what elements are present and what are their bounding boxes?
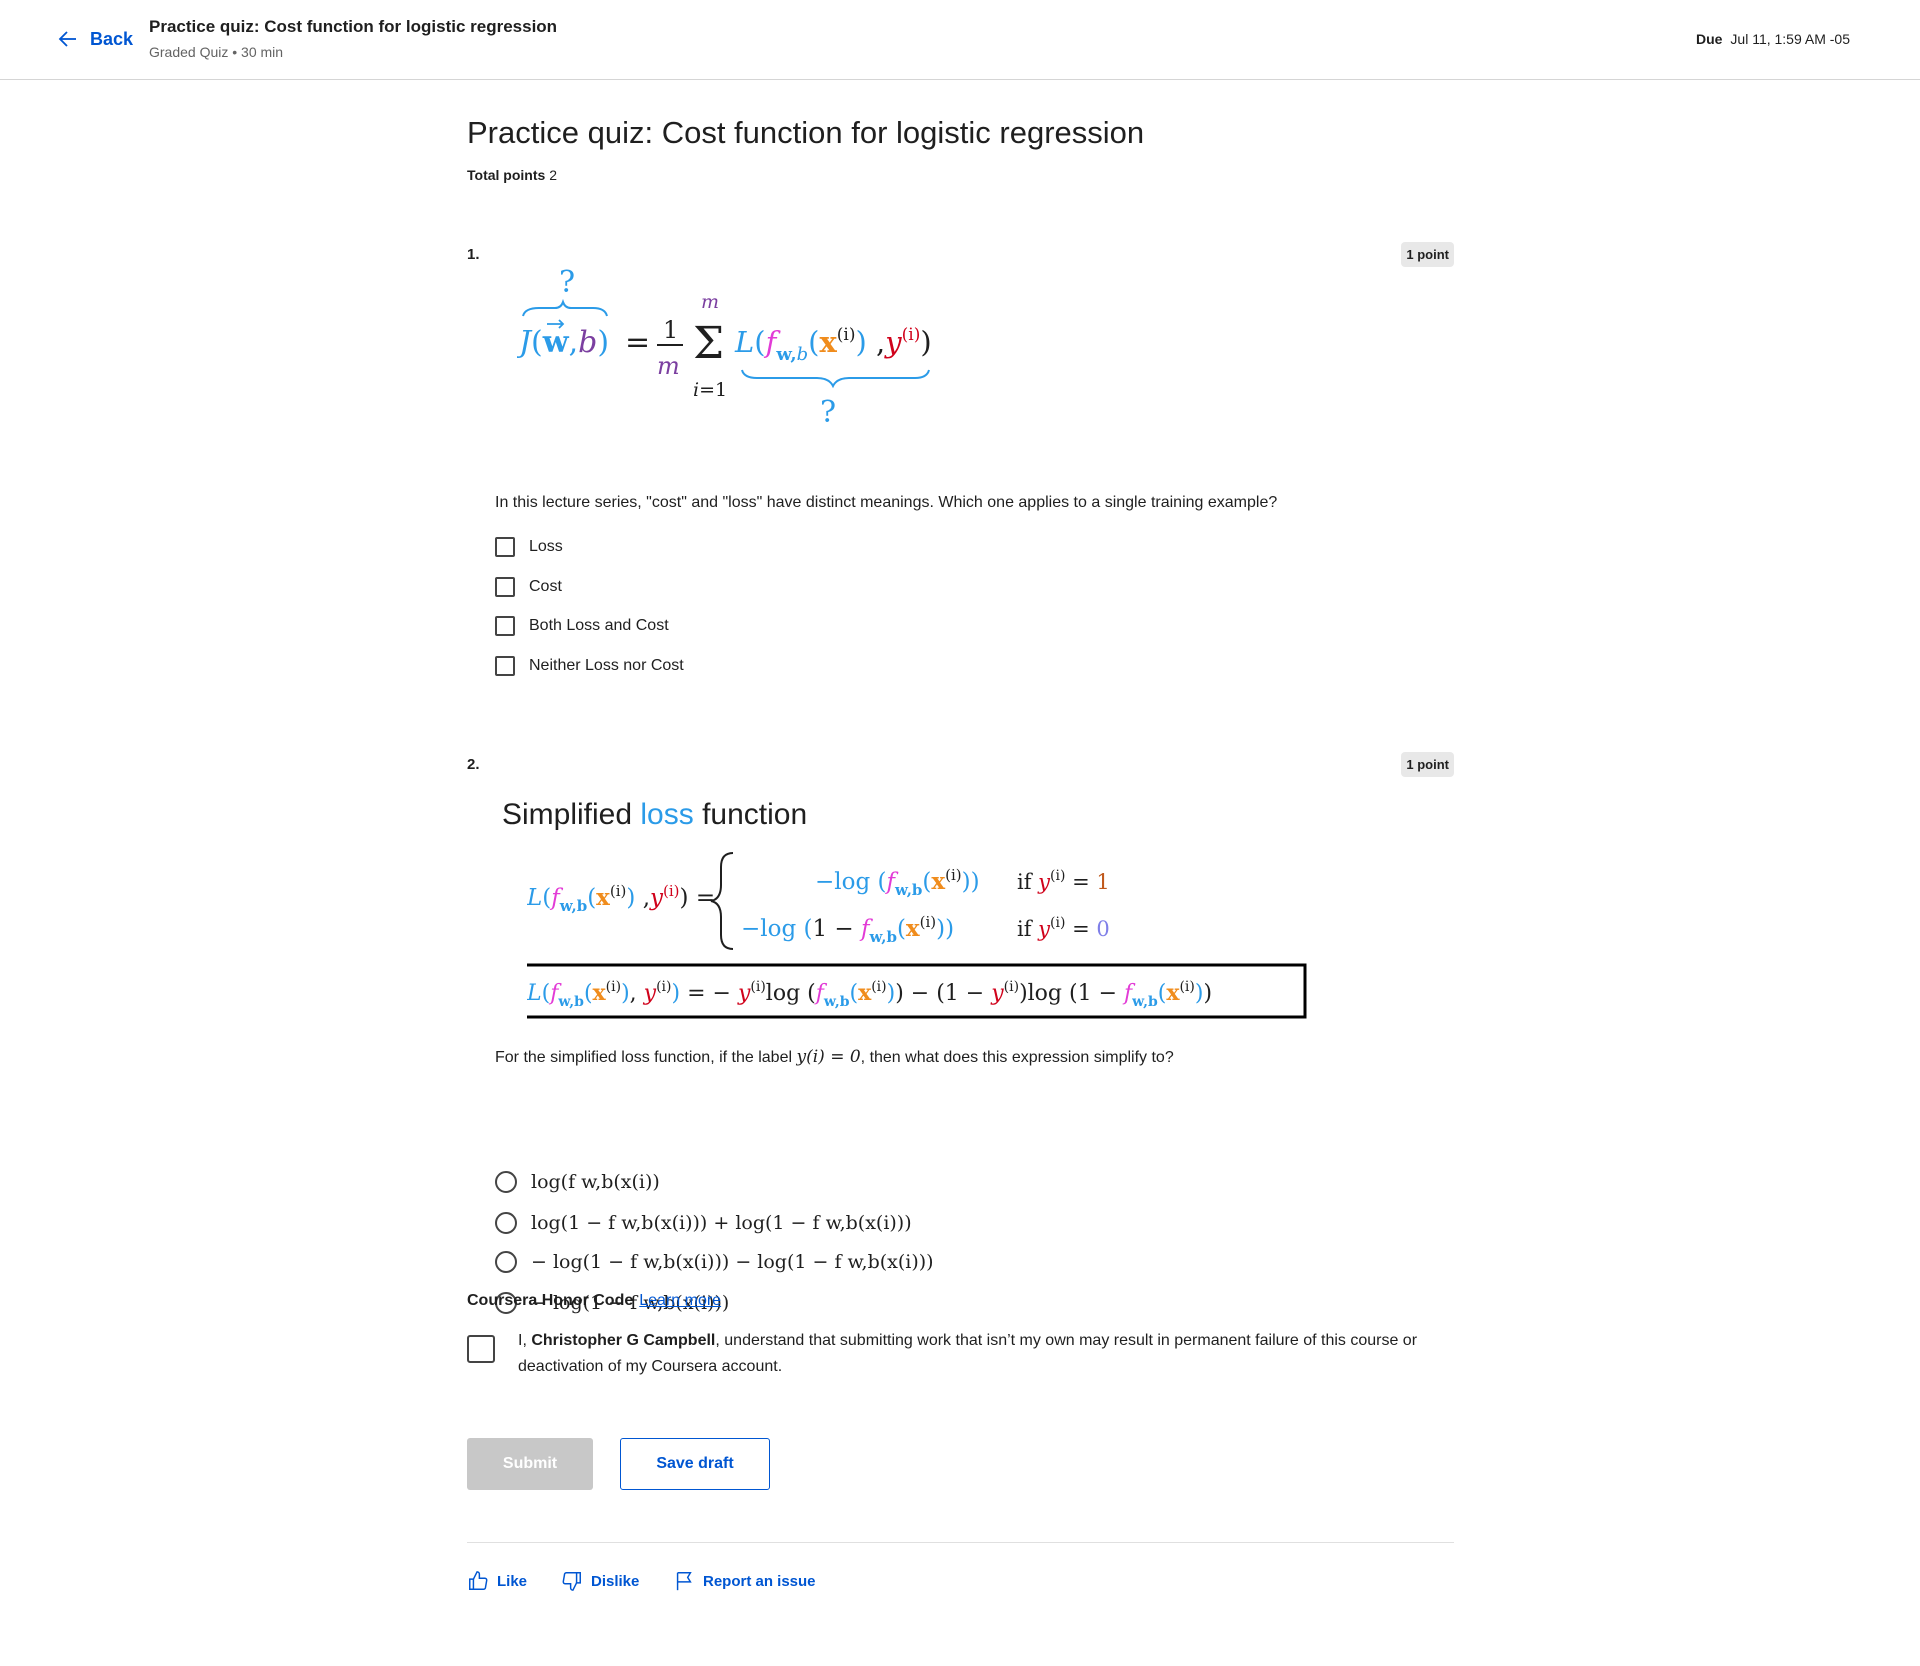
radio-button[interactable] <box>495 1212 517 1234</box>
option-label: Loss <box>529 538 563 555</box>
header-title: Practice quiz: Cost function for logisti… <box>149 17 558 36</box>
honor-code-title: Coursera Honor Code Learn more <box>467 1292 721 1310</box>
case-zero-condition: if y(i) = 0 <box>1017 915 1110 941</box>
sigma-symbol: Σ <box>693 318 724 369</box>
question-2-text-before: For the simplified loss function, if the… <box>495 1049 797 1066</box>
question-2-text: For the simplified loss function, if the… <box>495 1047 1174 1067</box>
back-label: Back <box>90 28 134 49</box>
question-2-option-3[interactable]: − log(1 − f w,b(x(i))) − log(1 − f w,b(x… <box>495 1251 934 1273</box>
option-label: Cost <box>529 578 562 595</box>
like-label: Like <box>497 1572 528 1590</box>
submit-button[interactable]: Submit <box>467 1438 593 1490</box>
thumbs-up-icon <box>469 1571 488 1590</box>
like-button[interactable]: Like <box>467 1570 527 1592</box>
question-2-option-2[interactable]: log(1 − f w,b(x(i))) + log(1 − f w,b(x(i… <box>495 1212 912 1234</box>
learner-name: Christopher G Campbell <box>531 1332 716 1349</box>
page-title: Practice quiz: Cost function for logisti… <box>467 115 1145 150</box>
due-value: Jul 11, 1:59 AM -05 <box>1730 31 1850 47</box>
slide-title-highlight: loss <box>640 798 694 831</box>
honor-code-checkbox[interactable] <box>467 1335 495 1363</box>
flag-icon <box>676 1572 692 1591</box>
total-points: Total points 2 <box>467 167 557 183</box>
thumbs-down-icon <box>562 1572 581 1591</box>
question-2-number: 2. <box>467 756 480 773</box>
checkbox[interactable] <box>495 537 515 557</box>
slide-title-suffix: function <box>693 798 808 831</box>
loss-summand: L(fw,b(x(i)) ,y(i)) <box>734 325 932 365</box>
save-draft-button[interactable]: Save draft <box>620 1438 770 1490</box>
checkbox[interactable] <box>495 616 515 636</box>
sum-lower-limit: i=1 <box>693 379 727 401</box>
honor-code-statement: I, Christopher G Campbell, understand th… <box>518 1328 1458 1380</box>
case-zero-expression: −log (1 − fw,b(x(i))) <box>741 913 954 946</box>
total-points-label: Total points <box>467 167 546 183</box>
sum-upper-limit: m <box>701 291 719 313</box>
report-issue-button[interactable]: Report an issue <box>673 1570 816 1592</box>
slide-title: Simplified loss function <box>502 798 807 832</box>
question-1-option-both[interactable]: Both Loss and Cost <box>495 616 669 636</box>
due-date: Due Jul 11, 1:59 AM -05 <box>1696 31 1850 47</box>
case-brace <box>710 852 734 950</box>
footer-divider <box>467 1542 1454 1543</box>
question-2-text-math: y(i) = 0 <box>796 1047 861 1067</box>
question-2-option-1[interactable]: log(f w,b(x(i)) <box>495 1171 660 1193</box>
dislike-label: Dislike <box>591 1572 640 1590</box>
simplified-loss-formula: L(fw,b(x(i)) ,y(i)) = −log (fw,b(x(i))) … <box>527 852 1307 1019</box>
question-1-text: In this lecture series, "cost" and "loss… <box>495 494 1278 511</box>
arrow-left-icon <box>58 31 76 47</box>
question-2-text-after: , then what does this expression simplif… <box>860 1049 1174 1066</box>
radio-button[interactable] <box>495 1171 517 1193</box>
top-bar: Back Practice quiz: Cost function for lo… <box>0 0 1920 80</box>
back-button[interactable]: Back <box>56 27 133 51</box>
option-label: − log(1 − f w,b(x(i))) − log(1 − f w,b(x… <box>531 1251 934 1273</box>
question-1-points-badge: 1 point <box>1401 242 1454 267</box>
question-1-number: 1. <box>467 246 480 263</box>
question-mark-top: ? <box>559 265 575 300</box>
learn-more-link[interactable]: Learn more <box>639 1292 721 1309</box>
slide-title-prefix: Simplified <box>502 798 641 831</box>
brace-top <box>522 298 608 317</box>
option-label: log(1 − f w,b(x(i))) + log(1 − f w,b(x(i… <box>531 1212 912 1234</box>
option-label: Neither Loss nor Cost <box>529 657 684 674</box>
header-subtitle: Graded Quiz • 30 min <box>149 44 284 60</box>
checkbox[interactable] <box>495 577 515 597</box>
combined-loss-formula: L(fw,b(x(i)), y(i)) = − y(i)log (fw,b(x(… <box>527 979 1212 1010</box>
question-1-option-neither[interactable]: Neither Loss nor Cost <box>495 656 684 676</box>
brace-bottom <box>741 369 930 389</box>
option-label: Both Loss and Cost <box>529 617 669 634</box>
option-label: log(f w,b(x(i)) <box>531 1171 660 1193</box>
honor-code-heading: Coursera Honor Code <box>467 1292 634 1309</box>
cost-function-formula: ? J(w,b) = 1 m Σ m i=1 L(fw,b(x(i)) ,y(i… <box>517 265 932 430</box>
report-issue-label: Report an issue <box>703 1572 816 1590</box>
case-one-condition: if y(i) = 1 <box>1017 868 1110 894</box>
loss-lhs: L(fw,b(x(i)) ,y(i)) = <box>527 882 715 915</box>
dislike-button[interactable]: Dislike <box>561 1570 639 1592</box>
radio-button[interactable] <box>495 1251 517 1273</box>
question-mark-bottom: ? <box>820 395 836 430</box>
fraction-denominator: m <box>657 352 680 380</box>
cost-lhs: J(w,b) <box>517 325 609 360</box>
case-one-expression: −log (fw,b(x(i))) <box>815 866 980 899</box>
checkbox[interactable] <box>495 656 515 676</box>
fraction-numerator: 1 <box>663 316 678 344</box>
question-1-option-loss[interactable]: Loss <box>495 537 563 557</box>
question-1-option-cost[interactable]: Cost <box>495 577 562 597</box>
honor-text-prefix: I, <box>518 1332 532 1349</box>
equals-sign: = <box>625 325 650 360</box>
due-label: Due <box>1695 31 1723 47</box>
total-points-value: 2 <box>549 167 558 183</box>
question-2-points-badge: 1 point <box>1401 752 1454 777</box>
